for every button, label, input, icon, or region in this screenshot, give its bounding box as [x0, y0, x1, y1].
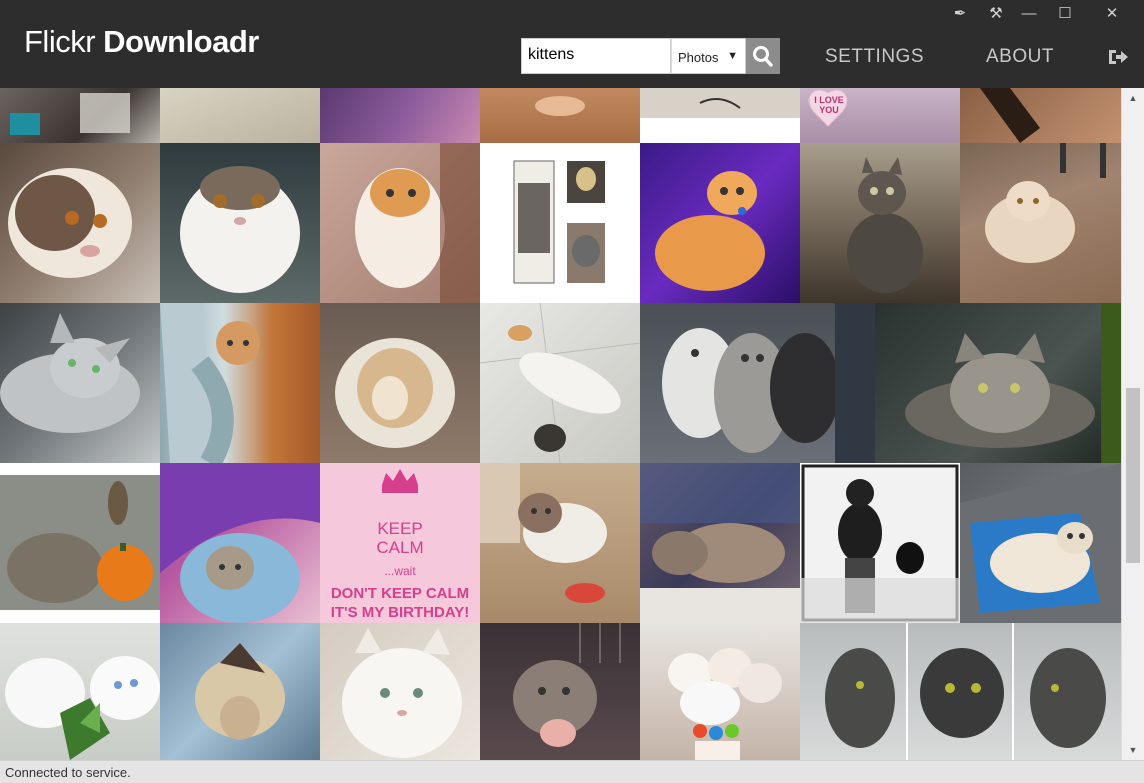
photo-grid: I LOVE YOU KEEP CALM ...wait DON'T KEEP … [0, 88, 1121, 760]
photo-thumbnail[interactable] [0, 623, 160, 760]
search-button[interactable] [746, 38, 780, 74]
photo-thumbnail[interactable] [640, 463, 800, 623]
photo-thumbnail[interactable] [160, 463, 320, 623]
status-bar: Connected to service. [0, 760, 1144, 783]
keep-calm-line: IT'S MY BIRTHDAY! [330, 604, 470, 621]
pin-icon[interactable]: ✒ [948, 4, 972, 24]
photo-thumbnail[interactable] [960, 88, 1121, 143]
photo-thumbnail[interactable] [0, 143, 160, 303]
photo-thumbnail[interactable] [160, 143, 320, 303]
keep-calm-poster: KEEP CALM ...wait DON'T KEEP CALM IT'S M… [320, 463, 480, 623]
photo-thumbnail[interactable] [800, 143, 960, 303]
photo-thumbnail[interactable] [480, 463, 640, 623]
photo-thumbnail[interactable] [960, 143, 1121, 303]
photo-thumbnail[interactable] [160, 623, 320, 760]
keep-calm-line: DON'T KEEP CALM [330, 585, 470, 602]
chevron-down-icon: ▼ [727, 50, 738, 62]
title-bar: Flickr Downloadr ✒ ⚒ — ☐ ✕ Photos ▼ SETT… [0, 0, 1144, 88]
vertical-scrollbar[interactable]: ▲ ▼ [1121, 88, 1144, 760]
photo-thumbnail[interactable]: I LOVE YOU [800, 88, 960, 143]
keep-calm-line: CALM [376, 538, 424, 557]
photo-thumbnail[interactable] [480, 143, 640, 303]
love-heart-text: I LOVE YOU [814, 95, 844, 115]
love-heart-line: I LOVE [814, 95, 844, 105]
search-icon [753, 46, 773, 67]
search-field[interactable] [521, 38, 674, 74]
about-link[interactable]: ABOUT [986, 46, 1054, 68]
photo-thumbnail[interactable] [800, 463, 960, 623]
scroll-down-icon[interactable]: ▼ [1127, 744, 1139, 756]
photo-thumbnail[interactable] [480, 623, 640, 760]
photo-thumbnail[interactable] [160, 88, 320, 143]
photo-thumbnail[interactable] [0, 463, 160, 623]
scroll-thumb[interactable] [1126, 388, 1140, 563]
photo-thumbnail[interactable] [320, 623, 480, 760]
photo-thumbnail[interactable] [320, 303, 480, 463]
keep-calm-line: KEEP [377, 519, 423, 538]
sign-out-icon[interactable] [1107, 48, 1129, 66]
photo-thumbnail[interactable] [320, 88, 480, 143]
search-input[interactable] [522, 39, 674, 71]
photo-thumbnail[interactable] [640, 303, 875, 463]
photo-thumbnail[interactable] [640, 88, 800, 143]
photo-thumbnail[interactable] [480, 303, 640, 463]
status-text: Connected to service. [5, 765, 131, 780]
search-type-select[interactable]: Photos ▼ [671, 38, 746, 74]
scroll-up-icon[interactable]: ▲ [1127, 92, 1139, 104]
photo-thumbnail[interactable] [960, 463, 1121, 623]
settings-link[interactable]: SETTINGS [825, 46, 924, 68]
photo-thumbnail[interactable] [875, 303, 1121, 463]
photo-thumbnail[interactable] [320, 143, 480, 303]
photo-thumbnail[interactable] [0, 88, 160, 143]
search-type-value: Photos [678, 50, 719, 65]
app-title-light: Flickr [24, 24, 96, 59]
tools-icon[interactable]: ⚒ [984, 4, 1008, 24]
app-logo: Flickr Downloadr [24, 24, 259, 60]
app-title-bold: Downloadr [103, 24, 259, 59]
photo-thumbnail[interactable]: KEEP CALM ...wait DON'T KEEP CALM IT'S M… [320, 463, 480, 623]
photo-thumbnail[interactable] [640, 623, 800, 760]
photo-thumbnail[interactable] [480, 88, 640, 143]
photo-thumbnail[interactable] [0, 303, 160, 463]
maximize-icon[interactable]: ☐ [1053, 4, 1077, 24]
close-icon[interactable]: ✕ [1100, 4, 1124, 24]
photo-thumbnail[interactable] [640, 143, 800, 303]
keep-calm-line: ...wait [384, 564, 416, 578]
minimize-icon[interactable]: — [1017, 4, 1041, 24]
love-heart-line: YOU [819, 105, 839, 115]
photo-thumbnail[interactable] [800, 623, 1121, 760]
photo-thumbnail[interactable] [160, 303, 320, 463]
